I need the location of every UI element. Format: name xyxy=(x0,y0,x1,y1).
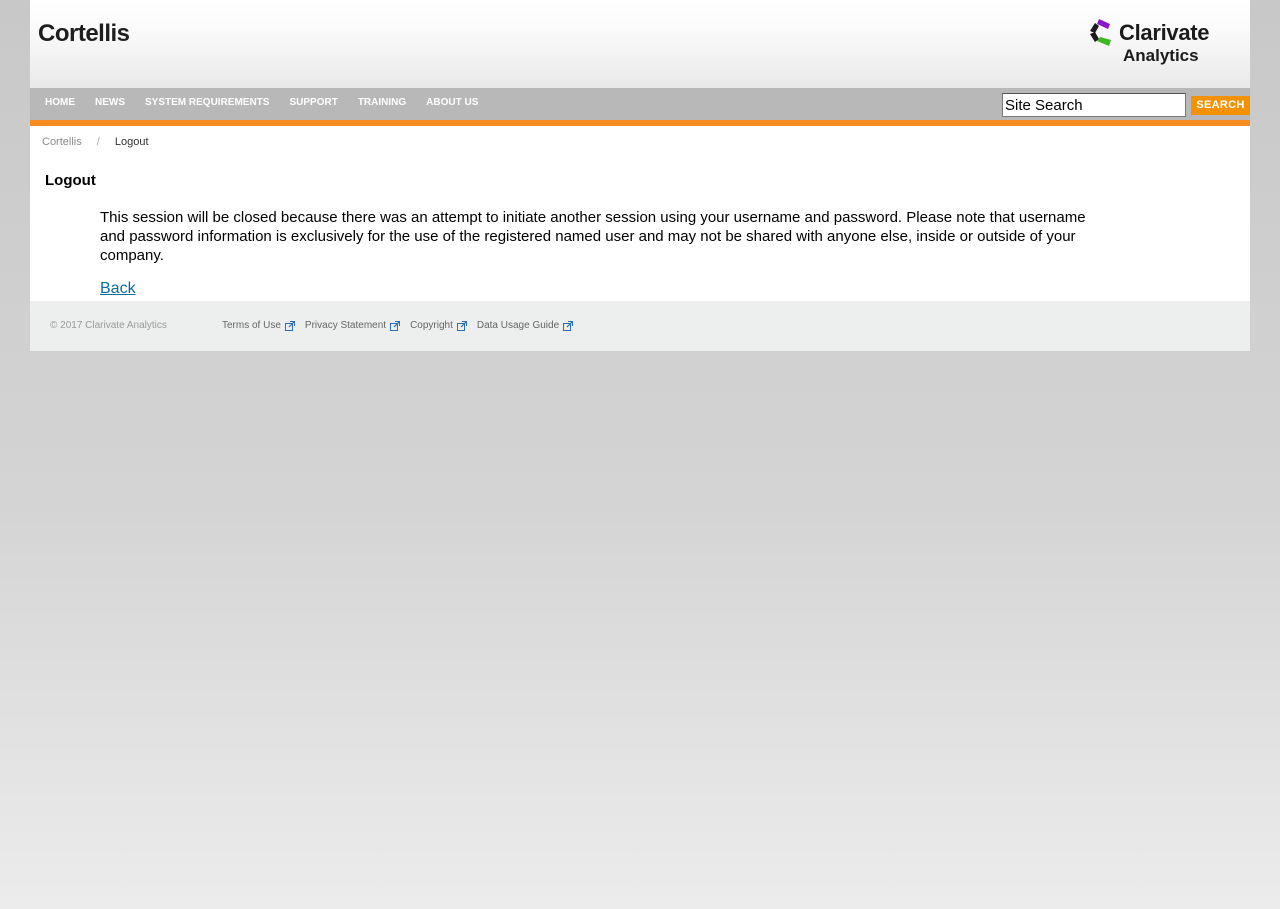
back-link[interactable]: Back xyxy=(100,280,136,298)
logo-word-analytics: Analytics xyxy=(1123,46,1199,65)
external-link-icon xyxy=(284,321,295,331)
nav-item-system-requirements[interactable]: SYSTEM REQUIREMENTS xyxy=(135,88,279,120)
footer-link-label: Data Usage Guide xyxy=(476,320,560,331)
page-container: Cortellis Clarivate Analytics HOME NEWS … xyxy=(30,0,1250,351)
session-message: This session will be closed because ther… xyxy=(100,209,1086,264)
logo-word-clarivate: Clarivate xyxy=(1119,20,1210,45)
nav-item-support[interactable]: SUPPORT xyxy=(279,88,347,120)
nav-item-news[interactable]: NEWS xyxy=(85,88,135,120)
footer-link-data-usage-guide[interactable]: Data Usage Guide xyxy=(476,301,574,351)
cortellis-brand[interactable]: Cortellis xyxy=(38,20,130,48)
footer-link-terms-of-use[interactable]: Terms of Use xyxy=(222,301,295,351)
main-navigation: HOME NEWS SYSTEM REQUIREMENTS SUPPORT TR… xyxy=(30,88,1250,120)
nav-item-home[interactable]: HOME xyxy=(30,88,85,120)
breadcrumb-link-cortellis[interactable]: Cortellis xyxy=(42,136,82,148)
external-link-icon xyxy=(390,321,401,331)
footer-links: Terms of Use Privacy Statement Copyright xyxy=(222,301,583,351)
breadcrumb-current: Logout xyxy=(114,136,149,148)
main-content: Logout This session will be closed becau… xyxy=(30,158,1250,301)
nav-list: HOME NEWS SYSTEM REQUIREMENTS SUPPORT TR… xyxy=(30,88,488,120)
nav-item-training[interactable]: TRAINING xyxy=(348,88,416,120)
footer-link-label: Terms of Use xyxy=(222,320,281,331)
footer-link-copyright[interactable]: Copyright xyxy=(410,301,467,351)
clarivate-logo[interactable]: Clarivate Analytics xyxy=(1086,18,1236,70)
page-title: Logout xyxy=(45,172,96,189)
external-link-icon xyxy=(456,321,467,331)
search-button[interactable]: SEARCH xyxy=(1191,96,1250,115)
footer-link-label: Privacy Statement xyxy=(304,320,387,331)
footer-link-privacy-statement[interactable]: Privacy Statement xyxy=(304,301,401,351)
clarivate-mark-icon xyxy=(1090,19,1111,46)
breadcrumb-separator: / xyxy=(96,136,100,148)
site-header: Cortellis Clarivate Analytics xyxy=(30,0,1250,88)
site-footer: © 2017 Clarivate Analytics Terms of Use … xyxy=(30,301,1250,351)
external-link-icon xyxy=(563,321,574,331)
footer-link-label: Copyright xyxy=(410,320,453,331)
copyright-text: © 2017 Clarivate Analytics xyxy=(50,320,167,331)
nav-item-about-us[interactable]: ABOUT US xyxy=(416,88,488,120)
breadcrumb: Cortellis / Logout xyxy=(30,126,1250,158)
site-search-input[interactable] xyxy=(1002,93,1186,117)
